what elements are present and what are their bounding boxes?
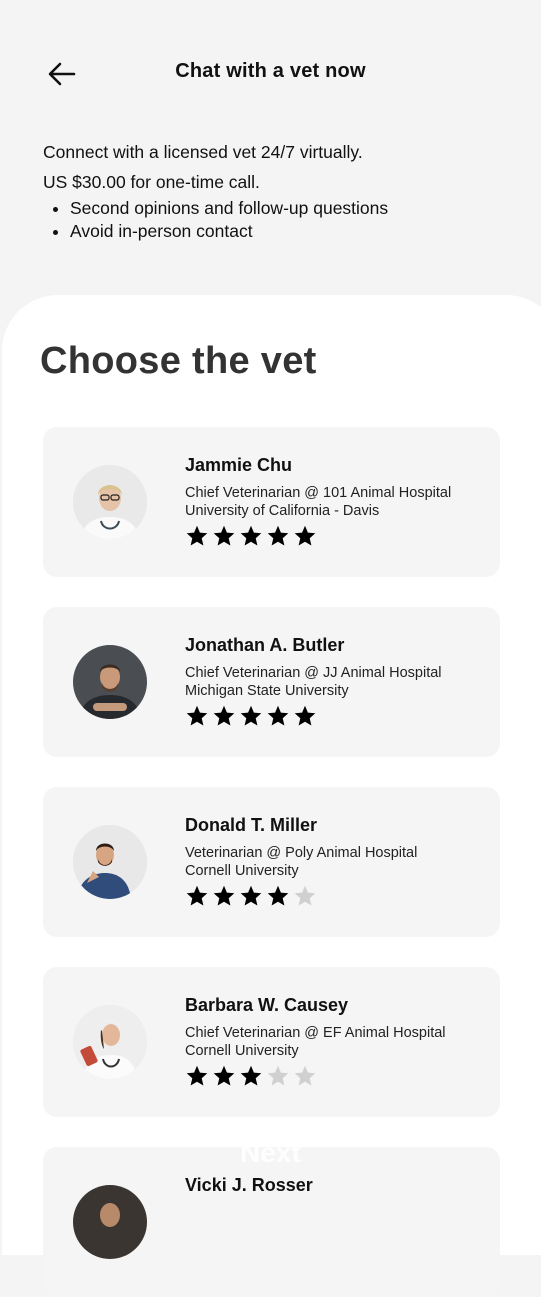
star-filled-icon (240, 1065, 262, 1086)
star-filled-icon (186, 1065, 208, 1086)
star-rating (185, 704, 317, 728)
intro-line-2: US $30.00 for one-time call. (43, 172, 260, 192)
star-empty-icon (267, 1065, 289, 1086)
vet-title: Veterinarian @ Poly Animal Hospital (185, 845, 418, 861)
avatar (73, 1185, 147, 1259)
benefit-item: Avoid in-person contact (70, 220, 503, 243)
benefits-list: Second opinions and follow-up questions … (43, 197, 503, 243)
star-empty-icon (294, 885, 316, 906)
page-title: Chat with a vet now (175, 60, 366, 82)
star-filled-icon (294, 525, 316, 546)
star-filled-icon (186, 705, 208, 726)
star-filled-icon (213, 525, 235, 546)
benefit-item: Second opinions and follow-up questions (70, 197, 503, 220)
star-filled-icon (240, 525, 262, 546)
star-rating (185, 884, 317, 908)
intro-line-1: Connect with a licensed vet 24/7 virtual… (43, 142, 363, 162)
star-rating (185, 524, 317, 548)
vet-name: Jonathan A. Butler (185, 635, 345, 655)
vet-school: Cornell University (185, 1043, 299, 1059)
star-filled-icon (267, 705, 289, 726)
vet-school: Michigan State University (185, 683, 349, 699)
vet-name: Barbara W. Causey (185, 995, 349, 1015)
star-rating (185, 1064, 317, 1088)
star-filled-icon (186, 885, 208, 906)
star-filled-icon (213, 1065, 235, 1086)
vet-school: Cornell University (185, 863, 299, 879)
avatar (73, 645, 147, 719)
vet-title: Chief Veterinarian @ 101 Animal Hospital (185, 485, 452, 501)
avatar (73, 1005, 147, 1079)
intro-text: Connect with a licensed vet 24/7 virtual… (43, 137, 503, 243)
vet-name: Jammie Chu (185, 455, 293, 475)
vet-name: Vicki J. Rosser (185, 1175, 313, 1195)
section-title: Choose the vet (40, 340, 317, 382)
vet-card[interactable]: Barbara W. Causey Chief Veterinarian @ E… (43, 967, 500, 1117)
vet-card[interactable]: Vicki J. Rosser (43, 1147, 500, 1297)
star-filled-icon (213, 885, 235, 906)
star-empty-icon (294, 1065, 316, 1086)
next-button[interactable]: Next (0, 1137, 541, 1169)
vet-school: University of California - Davis (185, 503, 380, 519)
avatar (73, 465, 147, 539)
header: Chat with a vet now (0, 0, 541, 120)
star-filled-icon (240, 705, 262, 726)
star-filled-icon (294, 705, 316, 726)
vet-title: Chief Veterinarian @ EF Animal Hospital (185, 1025, 446, 1041)
avatar (73, 825, 147, 899)
vet-title: Chief Veterinarian @ JJ Animal Hospital (185, 665, 442, 681)
star-filled-icon (186, 525, 208, 546)
vet-card[interactable]: Jammie Chu Chief Veterinarian @ 101 Anim… (43, 427, 500, 577)
star-filled-icon (213, 705, 235, 726)
vet-card[interactable]: Jonathan A. Butler Chief Veterinarian @ … (43, 607, 500, 757)
vet-card[interactable]: Donald T. Miller Veterinarian @ Poly Ani… (43, 787, 500, 937)
star-filled-icon (267, 525, 289, 546)
vet-name: Donald T. Miller (185, 815, 318, 835)
star-filled-icon (267, 885, 289, 906)
star-filled-icon (240, 885, 262, 906)
